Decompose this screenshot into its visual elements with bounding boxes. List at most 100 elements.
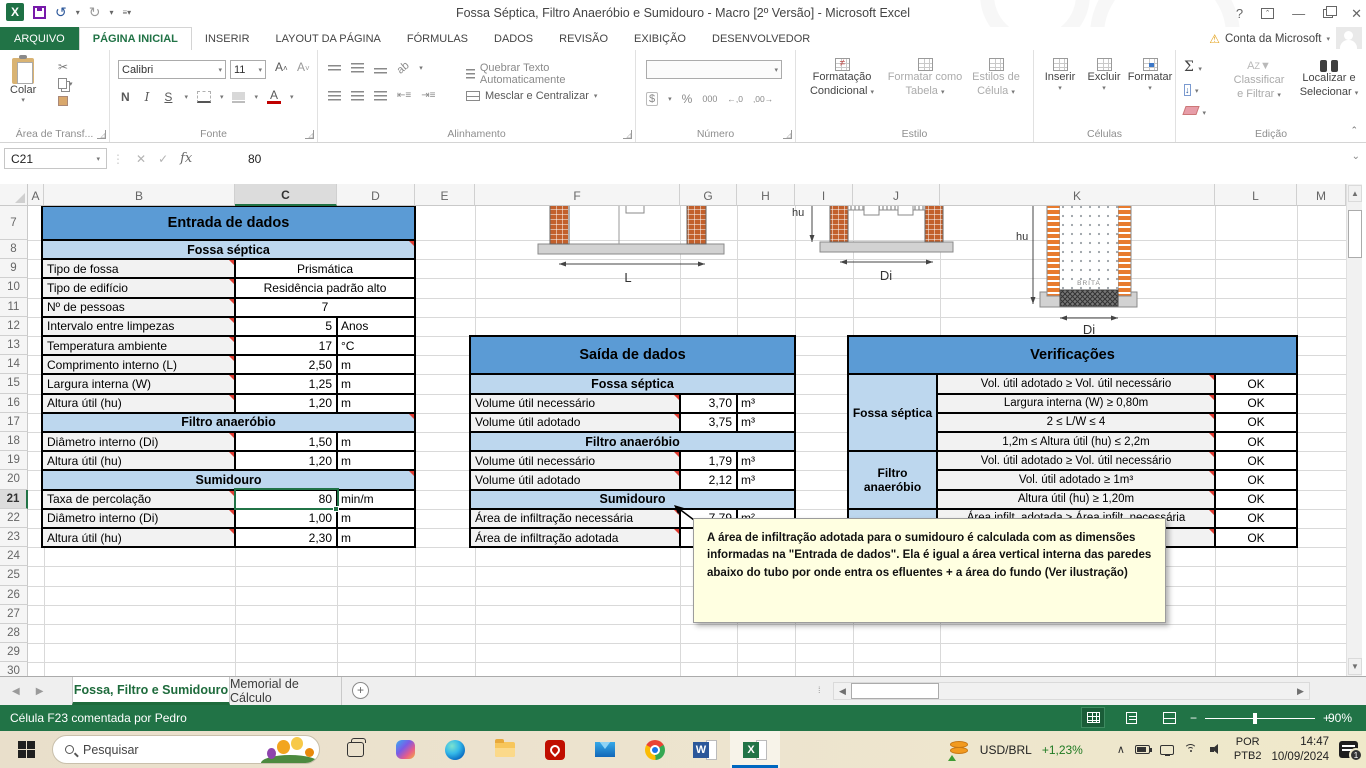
row-header-8[interactable]: 8 [0,240,28,260]
row-header-26[interactable]: 26 [0,585,28,605]
decrease-font-button[interactable]: A˅ [294,60,313,74]
row-header-17[interactable]: 17 [0,412,28,432]
row-header-18[interactable]: 18 [0,432,28,452]
tray-expand-icon[interactable]: ∧ [1117,743,1125,756]
zoom-out-button[interactable]: − [1190,711,1197,725]
entrada-label[interactable]: Altura útil (hu) [42,528,235,548]
increase-font-button[interactable]: A˄ [272,60,291,74]
row-header-19[interactable]: 19 [0,451,28,471]
row-header-25[interactable]: 25 [0,566,28,586]
speaker-icon[interactable] [1209,744,1224,755]
saida-unit[interactable]: m³ [737,393,795,413]
select-all-corner[interactable] [0,184,28,206]
column-header-A[interactable]: A [28,184,44,206]
row-header-16[interactable]: 16 [0,393,28,413]
increase-decimal-icon[interactable]: ←,0 [727,94,743,104]
sheet-tab-memorial[interactable]: Memorial de Cálculo [230,677,342,705]
entrada-value[interactable]: 17 [235,336,337,356]
entrada-unit[interactable]: m [337,355,415,375]
horizontal-scroll-thumb[interactable] [851,683,939,699]
mail-button[interactable] [580,731,630,768]
expand-formula-bar-icon[interactable]: ⌄ [1352,151,1360,162]
tab-formulas[interactable]: FÓRMULAS [394,27,481,50]
entrada-value[interactable]: 7 [235,297,415,317]
entrada-label[interactable]: Diâmetro interno (Di) [42,508,235,528]
saida-value[interactable]: 1,79 [680,451,737,471]
horizontal-scrollbar[interactable]: ◀ ▶ [833,682,1310,700]
entrada-label[interactable]: Tipo de edifício [42,278,235,298]
accounting-format-icon[interactable]: $ [646,92,659,106]
edge-button[interactable] [430,731,480,768]
formula-input[interactable]: 80 [248,148,261,169]
row-header-9[interactable]: 9 [0,259,28,279]
restore-button[interactable] [1323,6,1338,18]
align-bottom-icon[interactable] [374,68,387,74]
zoom-slider[interactable] [1205,712,1316,724]
copilot-button[interactable] [380,731,430,768]
row-header-28[interactable]: 28 [0,624,28,644]
entrada-unit[interactable]: m [337,528,415,548]
column-header-M[interactable]: M [1297,184,1346,206]
entrada-label[interactable]: Tipo de fossa [42,259,235,279]
scroll-down-icon[interactable]: ▼ [1348,658,1362,675]
entrada-value[interactable]: 1,20 [235,451,337,471]
find-select-button[interactable]: Localizar e Selecionar ▾ [1294,60,1364,100]
saida-label[interactable]: Volume útil necessário [470,451,680,471]
column-header-L[interactable]: L [1215,184,1297,206]
decrease-decimal-icon[interactable]: ,00→ [753,94,773,104]
sheet-nav-right-icon[interactable]: ▶ [36,686,44,697]
orientation-icon[interactable]: ab [395,59,412,76]
entrada-label[interactable]: Altura útil (hu) [42,393,235,413]
row-header-21[interactable]: 21 [0,489,28,509]
merge-center-button[interactable]: Mesclar e Centralizar ▾ [466,90,597,102]
increase-indent-icon[interactable]: ⇥≡ [421,90,435,101]
saida-label[interactable]: Área de infiltração necessária [470,508,680,528]
minimize-button[interactable]: — [1292,6,1305,21]
start-button[interactable] [18,741,35,758]
entrada-value[interactable]: 5 [235,316,337,336]
autosum-button[interactable]: Σ ▾ [1184,58,1206,76]
entrada-value[interactable]: 2,50 [235,355,337,375]
entrada-value[interactable]: Residência padrão alto [235,278,415,298]
row-header-7[interactable]: 7 [0,206,28,240]
column-header-B[interactable]: B [44,184,235,206]
avatar[interactable] [1336,27,1362,49]
vertical-scrollbar[interactable]: ▲ ▼ [1346,184,1362,676]
tab-arquivo[interactable]: ARQUIVO [0,27,79,50]
row-header-22[interactable]: 22 [0,508,28,528]
entrada-label[interactable]: Nº de pessoas [42,297,235,317]
row-header-27[interactable]: 27 [0,604,28,624]
tab-splitter-handle[interactable]: ⁞ [818,685,822,695]
entrada-value[interactable]: 1,20 [235,393,337,413]
row-header-13[interactable]: 13 [0,336,28,356]
column-header-D[interactable]: D [337,184,415,206]
column-header-C[interactable]: C [235,184,337,206]
account-area[interactable]: ⚠ Conta da Microsoft ▾ [1209,27,1330,50]
borders-icon[interactable] [196,91,211,103]
notification-icon[interactable]: 1 [1339,741,1363,762]
saida-label[interactable]: Volume útil adotado [470,412,680,432]
align-middle-icon[interactable] [351,63,364,73]
cell-styles-button[interactable]: Estilos de Célula ▾ [964,58,1028,99]
scroll-up-icon[interactable]: ▲ [1348,185,1362,202]
sheet-nav-left-icon[interactable]: ◀ [12,686,20,697]
new-sheet-button[interactable]: + [352,682,369,699]
sheet-grid[interactable]: L hu Di BRITA hu Di Entrada de dados Fos… [28,206,1346,676]
word-button[interactable]: W [680,731,730,768]
align-top-icon[interactable] [328,65,341,71]
align-right-icon[interactable] [374,90,387,101]
help-button[interactable]: ? [1236,6,1243,21]
row-header-23[interactable]: 23 [0,528,28,548]
search-box[interactable]: Pesquisar [52,735,320,764]
align-left-icon[interactable] [328,90,341,101]
copy-button[interactable]: ▾ [58,75,73,92]
vertical-scroll-thumb[interactable] [1348,210,1362,258]
underline-button[interactable]: S [161,90,175,104]
row-header-11[interactable]: 11 [0,297,28,317]
tab-inserir[interactable]: INSERIR [192,27,263,50]
clear-button[interactable]: ▾ [1182,102,1206,120]
wifi-icon[interactable] [1183,744,1200,755]
saida-value[interactable]: 2,12 [680,470,737,490]
row-header-12[interactable]: 12 [0,316,28,336]
tab-pagina-inicial[interactable]: PÁGINA INICIAL [78,27,192,50]
